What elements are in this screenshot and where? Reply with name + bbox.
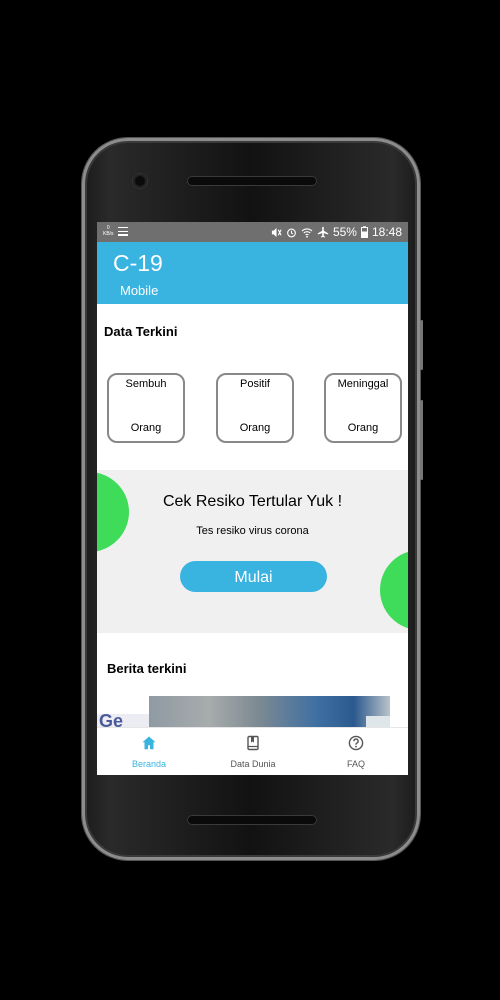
top-speaker-grille [187, 176, 317, 186]
stat-card-label: Positif [240, 378, 270, 390]
decorative-circle-left [97, 472, 129, 552]
decorative-circle-right [380, 550, 408, 630]
nav-item-faq[interactable]: FAQ [304, 728, 408, 775]
home-icon [142, 736, 156, 750]
risk-banner-title: Cek Resiko Tertular Yuk ! [162, 493, 343, 510]
battery-percent: 55% [332, 225, 357, 239]
stat-card-positif[interactable]: Positif Orang [216, 373, 294, 443]
bottom-speaker-grille [187, 815, 317, 825]
wifi-icon [301, 227, 313, 238]
power-button [420, 320, 423, 370]
help-circle-icon [348, 735, 364, 751]
network-speed: 0 KB/s [103, 225, 114, 237]
airplane-icon [317, 226, 329, 238]
stat-card-sembuh[interactable]: Sembuh Orang [107, 373, 185, 443]
nav-label-beranda: Beranda [131, 759, 167, 769]
alarm-icon [287, 228, 296, 237]
risk-check-banner: Cek Resiko Tertular Yuk ! Tes resiko vir… [97, 470, 408, 633]
section-title-data-terkini: Data Terkini [104, 324, 178, 339]
status-right-group: 55% 18:48 [271, 225, 402, 239]
status-bar: 0 KB/s 55% 18:48 [97, 222, 408, 242]
app-title: C-19 [113, 250, 163, 276]
stat-card-meninggal[interactable]: Meninggal Orang [324, 373, 402, 443]
mute-icon [271, 227, 282, 237]
risk-banner-subtitle: Tes resiko virus corona [196, 525, 309, 537]
section-title-berita-terkini: Berita terkini [107, 661, 187, 676]
stat-card-unit: Orang [239, 422, 271, 434]
battery-icon [360, 226, 368, 238]
app-subtitle: Mobile [120, 283, 159, 298]
network-speed-unit: KB/s [103, 231, 114, 237]
stat-card-unit: Orang [347, 422, 379, 434]
nav-label-data-dunia: Data Dunia [230, 759, 276, 769]
stat-card-label: Meninggal [337, 378, 389, 390]
nav-item-data-dunia[interactable]: Data Dunia [201, 728, 305, 775]
app-bar: C-19 Mobile [97, 242, 408, 304]
front-camera [133, 174, 147, 188]
bottom-navigation: Beranda Data Dunia FAQ [97, 727, 408, 775]
book-icon [247, 735, 259, 751]
volume-button [420, 400, 423, 480]
clock: 18:48 [371, 225, 402, 239]
start-button[interactable]: Mulai [180, 561, 327, 592]
notification-list-icon [118, 227, 128, 236]
phone-screen: 0 KB/s 55% 18:48 C-19 Mobile Data Terkin… [97, 222, 408, 775]
nav-item-beranda[interactable]: Beranda [97, 728, 201, 775]
stat-card-label: Sembuh [125, 378, 167, 390]
stat-card-unit: Orang [130, 422, 162, 434]
nav-label-faq: FAQ [346, 759, 365, 769]
